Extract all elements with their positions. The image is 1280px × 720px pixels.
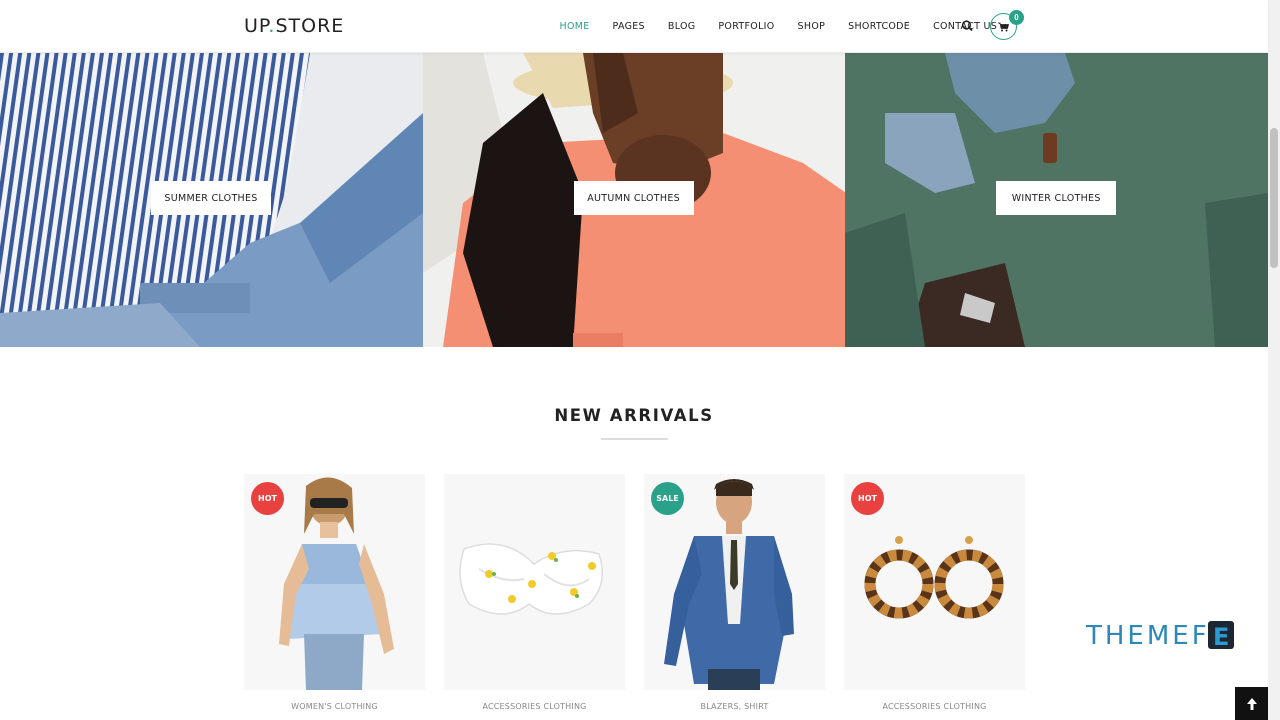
section-title: NEW ARRIVALS — [554, 406, 714, 425]
product-card[interactable]: HOT ACCESSORIES CLOTHING — [844, 474, 1025, 711]
banner-winter[interactable]: WINTER CLOTHES — [845, 53, 1268, 347]
page-scrollbar[interactable] — [1268, 0, 1280, 720]
product-card[interactable]: SALE BLAZERS, SHIRT — [644, 474, 825, 711]
logo-right: STORE — [275, 15, 345, 37]
nav-shortcode[interactable]: SHORTCODE — [848, 21, 910, 32]
cart-count-badge: 0 — [1009, 10, 1024, 25]
product-category[interactable]: ACCESSORIES CLOTHING — [844, 702, 1025, 711]
sale-badge: SALE — [651, 482, 684, 515]
nav-blog[interactable]: BLOG — [668, 21, 696, 32]
nav-home[interactable]: HOME — [560, 21, 590, 32]
title-underline — [601, 438, 668, 440]
watermark-logo-letter: E — [1213, 623, 1229, 651]
autumn-clothes-button[interactable]: AUTUMN CLOTHES — [573, 181, 694, 215]
product-card[interactable]: HOT WOMEN'S CLOTHING — [244, 474, 425, 711]
scrollbar-thumb[interactable] — [1270, 128, 1278, 268]
product-category[interactable]: BLAZERS, SHIRT — [644, 702, 825, 711]
product-image[interactable]: SALE — [644, 474, 825, 690]
arrow-up-icon — [1246, 697, 1257, 710]
summer-clothes-button[interactable]: SUMMER CLOTHES — [151, 181, 271, 215]
search-icon[interactable] — [960, 18, 976, 34]
category-banners: SUMMER CLOTHES AUTUMN CLOTHES WINTER CLO… — [0, 53, 1268, 347]
main-nav: HOME PAGES BLOG PORTFOLIO SHOP SHORTCODE… — [548, 0, 1009, 53]
winter-clothes-button[interactable]: WINTER CLOTHES — [996, 181, 1117, 215]
product-category[interactable]: ACCESSORIES CLOTHING — [444, 702, 625, 711]
nav-portfolio[interactable]: PORTFOLIO — [718, 21, 774, 32]
product-category[interactable]: WOMEN'S CLOTHING — [244, 702, 425, 711]
banner-autumn[interactable]: AUTUMN CLOTHES — [422, 53, 846, 347]
nav-pages[interactable]: PAGES — [613, 21, 645, 32]
product-card[interactable]: ACCESSORIES CLOTHING — [444, 474, 625, 711]
site-header: UP.STORE HOME PAGES BLOG PORTFOLIO SHOP … — [0, 0, 1268, 53]
site-logo[interactable]: UP.STORE — [244, 15, 344, 37]
product-image[interactable]: HOT — [844, 474, 1025, 690]
logo-left: UP — [244, 15, 269, 37]
hot-badge: HOT — [851, 482, 884, 515]
product-image[interactable] — [444, 474, 625, 690]
nav-shop[interactable]: SHOP — [798, 21, 826, 32]
hot-badge: HOT — [251, 482, 284, 515]
themefree-watermark: THEMEFR E — [1085, 618, 1236, 657]
banner-summer[interactable]: SUMMER CLOTHES — [0, 53, 423, 347]
cart-icon — [998, 22, 1009, 31]
product-image[interactable]: HOT — [244, 474, 425, 690]
back-to-top-button[interactable] — [1235, 687, 1268, 720]
